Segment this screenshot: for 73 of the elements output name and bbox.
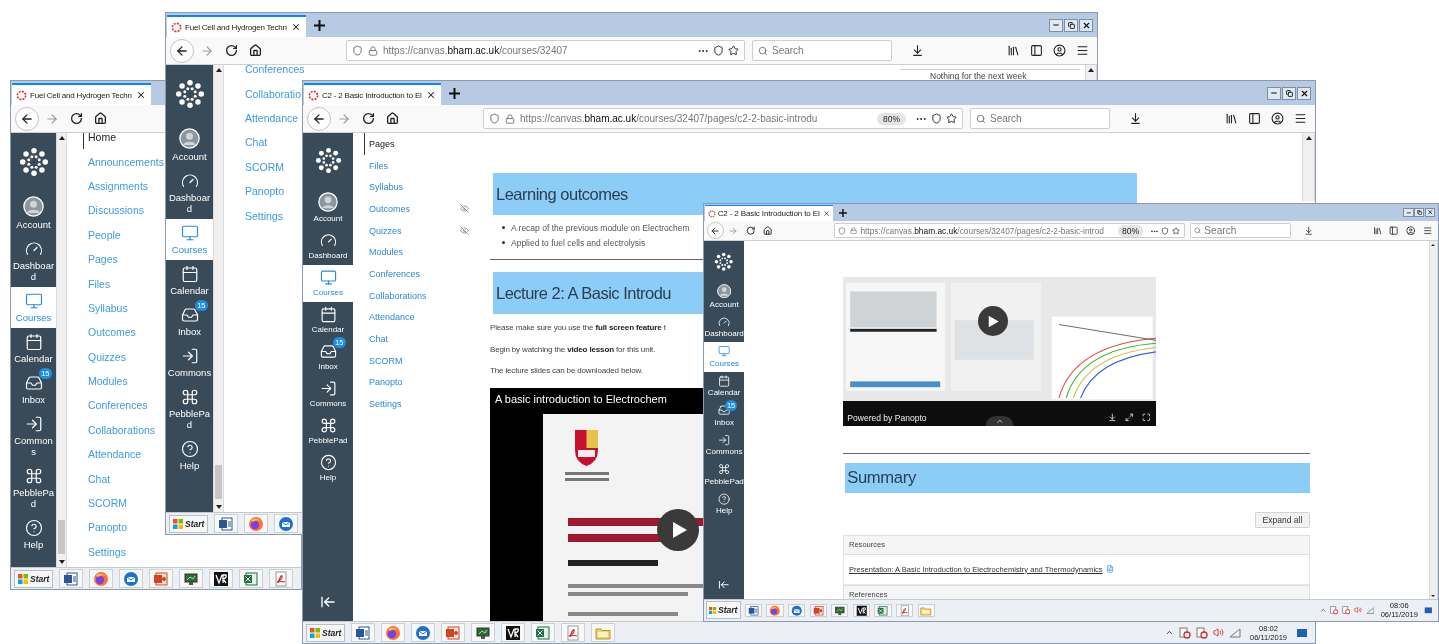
nav-item[interactable]: Help [704,489,745,520]
list-text: Applied to fuel cells and electrolysis [511,237,646,248]
menu-link[interactable]: Panopto [364,371,403,394]
nav-item[interactable]: Help [166,435,213,476]
menu-link[interactable]: Outcomes [364,198,410,220]
nav-item[interactable]: Dashboard [303,228,353,265]
nav-item[interactable]: PebblePad [303,413,353,450]
url-field[interactable]: https://canvas.bham.ac.uk/courses/32407 [346,40,745,61]
zoom-button[interactable]: 80% [1117,225,1144,237]
nav-item[interactable]: PebblePad [704,460,745,490]
url-field[interactable]: https://canvas.bham.ac.uk/courses/32407/pages/c2-2-basic-introdu 80% [483,108,963,129]
browser-tab[interactable]: C2 - 2 Basic Introduction to El [304,83,441,105]
list-text: A recap of the previous module on Electrochem [511,222,690,233]
player-caption: Powered by Panopto [847,412,927,423]
zoom-button[interactable]: 80% [877,112,906,125]
menu-link[interactable]: Modules [364,241,404,264]
menu-link[interactable]: Conferences [364,263,421,285]
nav-item[interactable]: Account [11,191,56,235]
expand-all-button[interactable]: Expand all [1255,511,1310,528]
search-field[interactable]: Search [1189,223,1291,239]
nav-item[interactable]: Dashboard [704,312,745,343]
menu-link[interactable]: Quizzes [364,219,402,242]
browser-tab[interactable]: Fuel Cell and Hydrogen Techn [12,83,151,105]
nav-item[interactable]: Commons [166,342,213,383]
paragraph: Begin by watching the video lesson for this unit. [490,343,656,356]
start-button[interactable]: Start [306,623,346,642]
browser-tab[interactable]: C2 - 2 Basic Introduction to El [704,205,834,222]
paragraph: The lecture slides can be downloaded below. [490,365,643,377]
nav-item[interactable]: Account [704,281,745,313]
nav-item[interactable]: Courses [704,342,745,372]
nav-item[interactable]: Dashboard [166,167,213,219]
menu-link[interactable]: Syllabus [364,176,404,199]
nav-item[interactable]: Help [11,514,56,555]
menu-link[interactable]: Chat [364,328,388,350]
nav-item[interactable]: Account [166,123,213,167]
nav-item[interactable]: Commons [704,430,745,461]
start-button[interactable]: Start [169,514,209,533]
nav-item[interactable]: Courses [303,265,353,302]
url-field[interactable]: https://canvas.bham.ac.uk/courses/32407/pages/c2-2-basic-introd 80% [833,223,1185,239]
nav-item[interactable]: Account [303,188,353,228]
nav-item[interactable]: Courses [166,219,213,260]
menu-link[interactable]: Home [83,133,116,150]
nav-item[interactable]: Calendar [11,328,56,369]
nav-item[interactable]: Commons [11,410,56,462]
paragraph: Please make sure you use the full screen feature t [490,322,666,334]
menu-link[interactable]: Settings [364,393,402,415]
search-input[interactable]: Search [772,45,886,56]
url-text: https://canvas.bham.ac.uk/courses/32407/pages/c2-2-basic-introdu [520,113,818,124]
nav-item[interactable]: Calendar [303,302,353,339]
nav-item[interactable]: Help [303,450,353,487]
search-field[interactable]: Search [752,40,892,61]
menu-link[interactable]: Collaborations [364,284,427,307]
browser-tab[interactable]: Fuel Cell and Hydrogen Techn [167,15,306,37]
search-input[interactable]: Search [1204,225,1286,237]
nav-item[interactable]: PebblePad [11,462,56,514]
menu-link[interactable]: Pages [364,133,395,155]
search-input[interactable]: Search [990,113,1104,124]
nav-item[interactable]: Courses [11,287,56,328]
menu-link[interactable]: Attendance [364,306,415,329]
start-button[interactable]: Start [14,569,54,588]
nav-item[interactable]: Calendar [166,260,213,301]
nav-item[interactable]: Calendar [704,371,745,402]
video-title: A basic introduction to Electrochem [495,392,667,405]
menu-link[interactable]: Files [364,154,388,177]
search-field[interactable]: Search [970,108,1110,129]
url-text: https://canvas.bham.ac.uk/courses/32407 [383,45,568,56]
url-text: https://canvas.bham.ac.uk/courses/32407/pages/c2-2-basic-introd [860,225,1104,236]
start-button[interactable]: Start [706,601,741,620]
nav-item[interactable]: PebblePad [166,383,213,435]
nav-item[interactable]: Commons [303,376,353,413]
nav-item[interactable]: Dashboard [11,235,56,287]
menu-link[interactable]: SCORM [364,349,403,372]
section-heading: Summary [845,462,1310,493]
